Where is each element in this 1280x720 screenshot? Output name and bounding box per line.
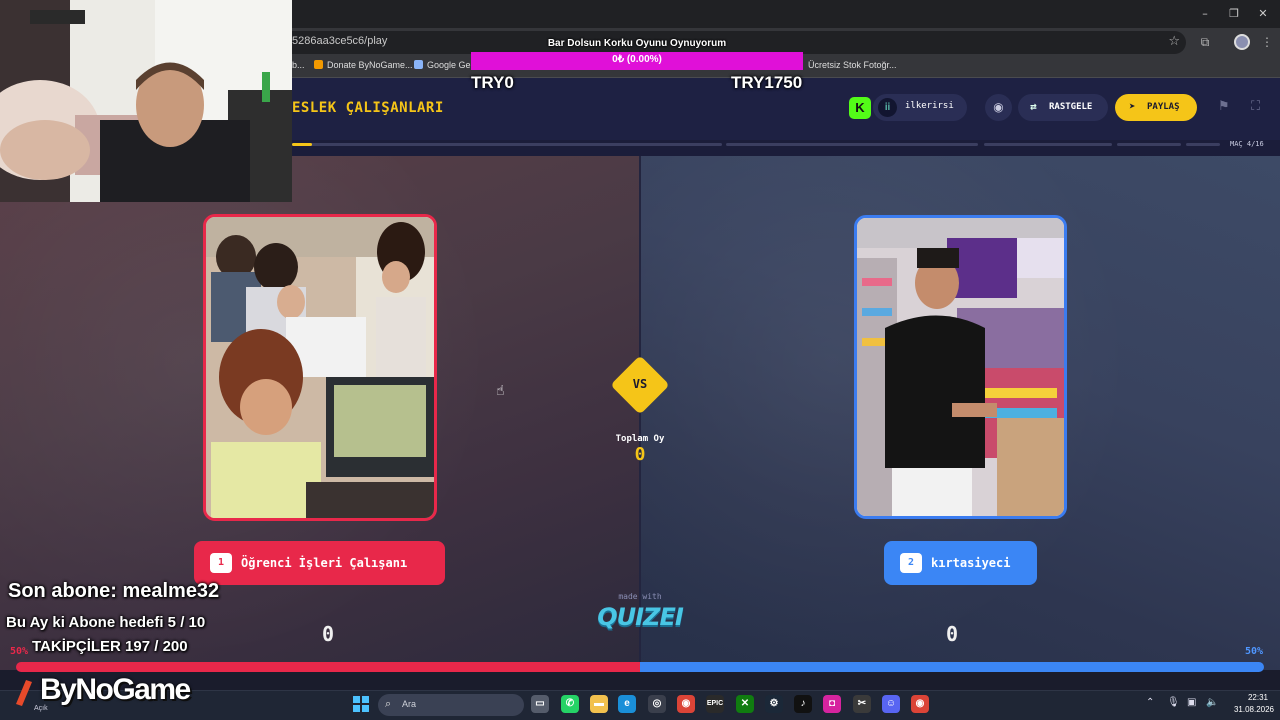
edge-icon[interactable]: e — [618, 695, 636, 713]
left-option-button[interactable]: 1 Öğrenci İşleri Çalışanı — [194, 541, 445, 585]
webcam-overlay — [0, 0, 292, 202]
instagram-icon[interactable]: ◘ — [823, 695, 841, 713]
clock-time[interactable]: 22:31 — [1236, 693, 1280, 702]
right-option-image[interactable] — [854, 215, 1067, 519]
profile-avatar[interactable] — [1234, 34, 1250, 50]
right-score: 0 — [945, 622, 959, 646]
username: ilkerirsi — [905, 101, 954, 111]
bookmark-item[interactable]: Donate ByNoGame... — [314, 60, 413, 70]
random-label: RASTGELE — [1049, 102, 1093, 112]
round-progress-segment — [1186, 143, 1220, 146]
shuffle-icon: ⇄ — [1030, 100, 1037, 113]
whatsapp-icon[interactable]: ✆ — [561, 695, 579, 713]
taskbar-search[interactable]: ⌕ Ara — [378, 694, 524, 716]
donation-goal-max: TRY1750 — [731, 73, 803, 92]
stationery-shop-photo — [857, 218, 1064, 516]
round-progress-fill — [292, 143, 312, 146]
round-progress-segment — [292, 143, 722, 146]
right-vote-percent: 50% — [1245, 646, 1264, 657]
right-option-button[interactable]: 2 kırtasiyeci — [884, 541, 1037, 585]
search-placeholder: Ara — [402, 699, 417, 709]
right-vote-bar — [640, 662, 1264, 672]
epic-games-icon[interactable]: EPIC — [706, 695, 724, 713]
capcut-icon[interactable]: ✂ — [853, 695, 871, 713]
chrome-active-icon[interactable]: ◉ — [911, 695, 929, 713]
send-icon: ➤ — [1129, 100, 1136, 113]
left-vote-percent: 50% — [10, 646, 29, 657]
clock-date[interactable]: 31.08.2026 — [1228, 705, 1280, 714]
steam-icon[interactable]: ⚙ — [765, 695, 783, 713]
webcam-feed — [0, 0, 292, 202]
left-option-image[interactable] — [203, 214, 437, 521]
round-progress-segment — [984, 143, 1112, 146]
eye-icon[interactable]: ◉ — [985, 94, 1012, 121]
extensions-icon[interactable]: ⧉ — [1196, 33, 1214, 51]
obs-icon[interactable]: ◎ — [648, 695, 666, 713]
round-progress-segment — [726, 143, 978, 146]
option-number-badge: 1 — [210, 553, 232, 573]
search-icon: ⌕ — [385, 697, 392, 710]
page-title: ESLEK ÇALIŞANLARI — [292, 100, 444, 116]
left-score: 0 — [321, 622, 335, 646]
round-progress-segment — [1117, 143, 1181, 146]
total-votes-value: 0 — [634, 444, 646, 465]
office-photo — [206, 217, 434, 518]
chrome-icon[interactable]: ◉ — [677, 695, 695, 713]
left-option-label: Öğrenci İşleri Çalışanı — [241, 556, 408, 570]
stream-logo: ByNoGame — [40, 673, 191, 706]
network-icon[interactable]: ▣ — [1187, 697, 1196, 708]
monthly-sub-goal: Bu Ay ki Abone hedefi 5 / 10 — [6, 614, 206, 631]
match-counter: MAÇ 4/16 — [1230, 140, 1264, 148]
flag-icon[interactable]: ⚑ — [1218, 99, 1230, 114]
random-button[interactable]: ⇄ RASTGELE — [1018, 94, 1108, 121]
donation-progress-value: 0₺ (0.00%) — [612, 54, 662, 65]
donation-goal-title: Bar Dolsun Korku Oyunu Oynuyorum — [547, 38, 727, 49]
bookmark-star-icon[interactable]: ☆ — [1168, 34, 1180, 49]
task-view-icon[interactable]: ▭ — [531, 695, 549, 713]
total-votes-label: Toplam Oy — [615, 434, 665, 444]
right-option-label: kırtasiyeci — [931, 556, 1011, 570]
followers-counter: TAKİPÇİLER 197 / 200 — [32, 638, 188, 655]
share-button[interactable]: ➤ PAYLAŞ — [1115, 94, 1197, 121]
user-profile-pill[interactable]: ii ilkerirsi — [873, 94, 967, 121]
windows-start-icon[interactable] — [352, 695, 370, 713]
xbox-icon[interactable]: ✕ — [736, 695, 754, 713]
made-with-label: made with — [618, 592, 662, 601]
last-subscriber: Son abone: mealme32 — [8, 580, 220, 602]
donation-goal-min: TRY0 — [471, 73, 514, 92]
bookmark-item[interactable]: Google Gem — [414, 60, 478, 70]
kick-icon: K — [849, 97, 871, 119]
address-url: 5286aa3ce5c6/play — [292, 35, 388, 47]
minimize-icon[interactable]: – — [1197, 6, 1213, 22]
option-number-badge: 2 — [900, 553, 922, 573]
avatar: ii — [878, 98, 897, 117]
tray-overflow-icon[interactable]: ⌃ — [1146, 697, 1154, 708]
left-vote-bar — [16, 662, 640, 672]
bookmark-item[interactable]: Ücretsiz Stok Fotoğr... — [808, 60, 897, 70]
fullscreen-icon[interactable]: ⛶ — [1251, 99, 1260, 114]
quizei-logo[interactable]: QUIZEI — [588, 603, 692, 631]
vs-label: VS — [632, 377, 648, 391]
tiktok-icon[interactable]: ♪ — [794, 695, 812, 713]
hand-cursor-icon: ☝ — [496, 383, 505, 399]
file-explorer-icon[interactable]: ▬ — [590, 695, 608, 713]
menu-icon[interactable]: ⋮ — [1258, 33, 1276, 51]
maximize-icon[interactable]: ❐ — [1226, 6, 1242, 22]
bynogame-logo-icon — [16, 680, 32, 706]
bookmark-favicon-icon — [414, 60, 423, 69]
bookmark-favicon-icon — [314, 60, 323, 69]
close-icon[interactable]: ✕ — [1255, 6, 1271, 22]
bookmark-item[interactable]: b... — [292, 60, 305, 70]
windows-taskbar — [0, 690, 1280, 720]
volume-icon[interactable]: 🔈 — [1206, 697, 1218, 708]
microphone-icon[interactable]: 🎙 — [1167, 697, 1180, 708]
discord-icon[interactable]: ☺ — [882, 695, 900, 713]
share-label: PAYLAŞ — [1147, 102, 1180, 112]
